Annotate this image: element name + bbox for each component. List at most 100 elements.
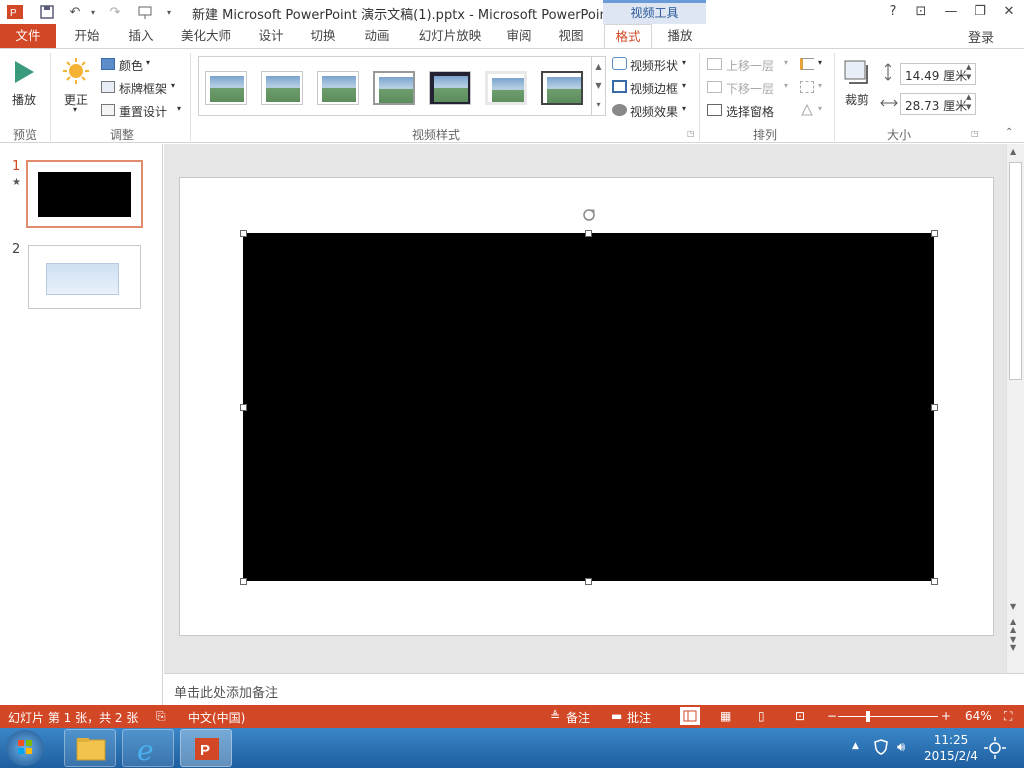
resize-handle[interactable] xyxy=(585,578,592,585)
video-style-thumbnail[interactable] xyxy=(317,71,359,105)
previous-slide-icon[interactable]: ▲ ▲ xyxy=(1010,618,1016,634)
resize-handle[interactable] xyxy=(240,578,247,585)
resize-handle[interactable] xyxy=(931,404,938,411)
zoom-slider[interactable] xyxy=(838,716,938,717)
width-spinner-arrows[interactable]: ▲ ▼ xyxy=(966,92,971,112)
height-input[interactable]: 14.49 厘米 xyxy=(900,63,976,85)
group-objects-icon[interactable] xyxy=(800,81,814,93)
tab-file[interactable]: 文件 xyxy=(0,24,56,48)
fit-to-window-icon[interactable]: ⛶ xyxy=(1004,709,1012,724)
spellcheck-icon[interactable]: ⎘ xyxy=(156,709,166,724)
send-backward-dropdown-icon[interactable]: ▾ xyxy=(784,81,788,90)
notes-placeholder[interactable]: 单击此处添加备注 xyxy=(174,682,278,701)
video-effects-icon[interactable] xyxy=(612,104,627,116)
internet-explorer-taskbar-button[interactable]: e xyxy=(122,729,174,767)
notes-toggle-button[interactable]: 备注 xyxy=(566,709,590,726)
send-backward-icon[interactable] xyxy=(707,81,722,93)
correction-dropdown-icon[interactable]: ▾ xyxy=(73,105,77,114)
language-status[interactable]: 中文(中国) xyxy=(188,709,245,726)
resize-handle[interactable] xyxy=(585,230,592,237)
video-style-thumbnail[interactable] xyxy=(261,71,303,105)
tab-animations[interactable]: 动画 xyxy=(354,24,400,48)
brightness-icon[interactable] xyxy=(984,737,1006,762)
tab-home[interactable]: 开始 xyxy=(64,24,110,48)
zoom-in-button[interactable]: + xyxy=(941,709,951,723)
gallery-scroll-controls[interactable]: ▲ ▼ ▾ xyxy=(591,57,605,115)
dialog-launcher-icon[interactable]: ◳ xyxy=(971,129,979,138)
ribbon-display-options-button[interactable]: ⊡ xyxy=(910,2,932,22)
zoom-out-button[interactable]: − xyxy=(827,709,837,723)
zoom-slider-thumb[interactable] xyxy=(866,711,870,722)
video-shape-icon[interactable] xyxy=(612,57,627,70)
video-object[interactable] xyxy=(243,233,934,581)
start-button[interactable] xyxy=(6,730,44,766)
tab-slideshow[interactable]: 幻灯片放映 xyxy=(408,24,492,48)
slide-canvas[interactable] xyxy=(179,177,994,636)
tab-format[interactable]: 格式 xyxy=(604,24,652,48)
help-button[interactable]: ? xyxy=(882,2,904,22)
play-icon[interactable] xyxy=(12,59,36,88)
reading-view-icon[interactable]: ▯ xyxy=(758,709,765,723)
play-button-label[interactable]: 播放 xyxy=(12,91,36,108)
video-style-thumbnail[interactable] xyxy=(205,71,247,105)
zoom-level[interactable]: 64% xyxy=(965,709,992,723)
powerpoint-app-icon[interactable]: P xyxy=(6,3,24,21)
color-dropdown-icon[interactable]: ▾ xyxy=(146,58,150,67)
bring-forward-dropdown-icon[interactable]: ▾ xyxy=(784,58,788,67)
video-style-thumbnail[interactable] xyxy=(541,71,583,105)
video-border-button[interactable]: 视频边框 xyxy=(630,80,678,97)
powerpoint-taskbar-button[interactable]: P xyxy=(180,729,232,767)
minimize-button[interactable]: — xyxy=(940,2,962,22)
poster-frame-dropdown-icon[interactable]: ▾ xyxy=(171,81,175,90)
poster-frame-icon[interactable] xyxy=(101,81,115,93)
poster-frame-button[interactable]: 标牌框架 xyxy=(119,80,167,97)
volume-icon[interactable]: 🔊︎ xyxy=(897,740,905,755)
show-hidden-icons-button[interactable]: ▲ xyxy=(852,741,859,751)
resize-handle[interactable] xyxy=(240,230,247,237)
bring-forward-icon[interactable] xyxy=(707,58,722,70)
video-style-thumbnail[interactable] xyxy=(373,71,415,105)
tab-review[interactable]: 审阅 xyxy=(496,24,542,48)
tab-view[interactable]: 视图 xyxy=(548,24,594,48)
color-icon[interactable] xyxy=(101,58,115,70)
bring-forward-button[interactable]: 上移一层 xyxy=(726,57,774,74)
dialog-launcher-icon[interactable]: ◳ xyxy=(687,129,695,138)
scroll-down-icon[interactable]: ▼ xyxy=(1010,602,1016,611)
tab-transitions[interactable]: 切换 xyxy=(300,24,346,48)
slide-sorter-view-icon[interactable]: ▦ xyxy=(720,709,731,723)
reset-design-dropdown-icon[interactable]: ▾ xyxy=(177,104,181,113)
video-effects-dropdown-icon[interactable]: ▾ xyxy=(682,104,686,113)
resize-handle[interactable] xyxy=(240,404,247,411)
comments-toggle-button[interactable]: 批注 xyxy=(627,709,651,726)
customize-quick-access-icon[interactable]: ▾ xyxy=(160,3,178,21)
tab-beautify-master[interactable]: 美化大师 xyxy=(172,24,240,48)
align-dropdown-icon[interactable]: ▾ xyxy=(818,58,822,67)
video-style-thumbnail[interactable] xyxy=(485,71,527,105)
sign-in-link[interactable]: 登录 xyxy=(968,27,994,46)
height-spinner-arrows[interactable]: ▲ ▼ xyxy=(966,62,971,82)
rotation-handle-icon[interactable] xyxy=(582,208,596,225)
next-slide-icon[interactable]: ▼ ▼ xyxy=(1010,636,1016,652)
rotate-icon[interactable] xyxy=(800,103,814,116)
file-explorer-taskbar-button[interactable] xyxy=(64,729,116,767)
scrollbar-thumb[interactable] xyxy=(1009,162,1022,380)
notes-toggle-icon[interactable]: ≜ xyxy=(550,709,560,723)
group-objects-dropdown-icon[interactable]: ▾ xyxy=(818,81,822,90)
selection-pane-icon[interactable] xyxy=(707,104,722,116)
tab-playback[interactable]: 播放 xyxy=(656,24,704,48)
reset-design-icon[interactable] xyxy=(101,104,115,116)
reset-design-button[interactable]: 重置设计 xyxy=(119,103,167,120)
selection-pane-button[interactable]: 选择窗格 xyxy=(726,103,774,120)
crop-icon[interactable] xyxy=(843,59,871,90)
resize-handle[interactable] xyxy=(931,230,938,237)
video-effects-button[interactable]: 视频效果 xyxy=(630,103,678,120)
rotate-dropdown-icon[interactable]: ▾ xyxy=(818,104,822,113)
video-shape-dropdown-icon[interactable]: ▾ xyxy=(682,58,686,67)
slideshow-view-icon[interactable]: ⊡ xyxy=(795,709,805,723)
tab-insert[interactable]: 插入 xyxy=(118,24,164,48)
comments-icon[interactable]: ▬ xyxy=(611,709,622,723)
color-button[interactable]: 颜色 xyxy=(119,57,143,74)
slide-thumbnail-2[interactable] xyxy=(28,245,141,309)
normal-view-button[interactable] xyxy=(680,707,700,725)
security-shield-icon[interactable] xyxy=(874,739,888,758)
